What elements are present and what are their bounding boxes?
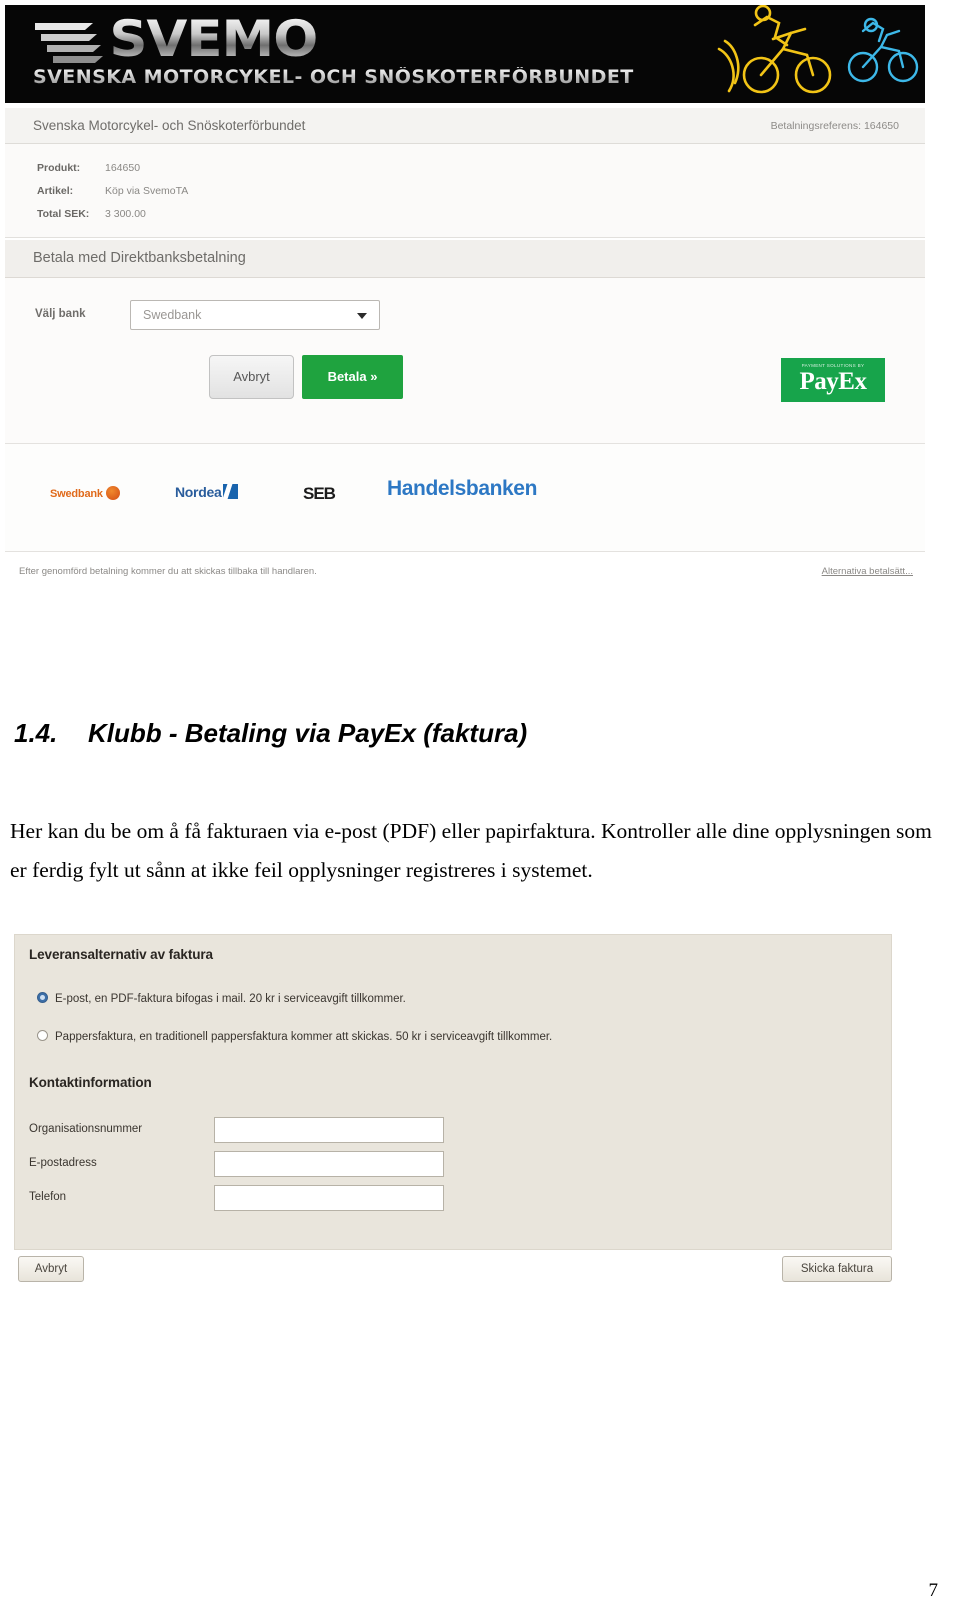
- page-number: 7: [928, 1580, 939, 1601]
- field-epostadress-label: E-postadress: [29, 1157, 97, 1169]
- bank-select-dropdown[interactable]: Swedbank: [130, 300, 380, 330]
- svemo-banner: SVEMO SVENSKA MOTORCYKEL- OCH SNÖSKOTERF…: [5, 5, 925, 103]
- payment-reference: Betalningsreferens: 164650: [770, 120, 899, 132]
- payex-wordmark: PayEx: [799, 368, 867, 395]
- payex-logo: PAYMENT SOLUTIONS BY PayEx: [781, 358, 885, 402]
- invoice-form-screenshot: Leveransalternativ av faktura E-post, en…: [14, 934, 892, 1284]
- bank-select-label: Välj bank: [35, 308, 86, 320]
- chevron-down-icon: [357, 313, 367, 319]
- contact-information-heading: Kontaktinformation: [29, 1075, 152, 1090]
- section-title: Betala med Direktbanksbetalning: [33, 250, 246, 266]
- product-row-key: Produkt:: [37, 162, 81, 174]
- payex-direktbank-screenshot: SVEMO SVENSKA MOTORCYKEL- OCH SNÖSKOTERF…: [0, 0, 930, 600]
- delivery-options-heading: Leveransalternativ av faktura: [29, 947, 213, 962]
- nordea-logo[interactable]: Nordea: [175, 484, 239, 502]
- alternative-payment-link[interactable]: Alternativa betalsätt...: [822, 566, 913, 577]
- telefon-input[interactable]: [214, 1185, 444, 1211]
- swedbank-label: Swedbank: [50, 488, 103, 500]
- delivery-option-email-label: E-post, en PDF-faktura bifogas i mail. 2…: [55, 993, 406, 1005]
- product-row-value: Köp via SvemoTA: [105, 185, 189, 197]
- epostadress-input[interactable]: [214, 1151, 444, 1177]
- product-row-key: Artikel:: [37, 185, 74, 197]
- payex-footer: Efter genomförd betalning kommer du att …: [5, 552, 925, 596]
- product-row-value: 164650: [105, 162, 141, 174]
- merchant-name: Svenska Motorcykel- och Snöskoterförbund…: [33, 118, 306, 133]
- swedbank-mark-icon: [105, 486, 120, 500]
- return-to-merchant-note: Efter genomförd betalning kommer du att …: [19, 566, 317, 577]
- invoice-form-panel: Leveransalternativ av faktura E-post, en…: [14, 934, 892, 1250]
- svemo-logo: SVEMO SVENSKA MOTORCYKEL- OCH SNÖSKOTERF…: [33, 13, 693, 95]
- product-row: Total SEK: 3 300.00: [37, 208, 146, 220]
- svemo-tagline: SVENSKA MOTORCYKEL- OCH SNÖSKOTERFÖRBUND…: [33, 67, 713, 88]
- organisationsnummer-input[interactable]: [214, 1117, 444, 1143]
- delivery-option-paper[interactable]: Pappersfaktura, en traditionell pappersf…: [37, 1027, 552, 1045]
- radio-selected-icon[interactable]: [37, 992, 48, 1003]
- product-row-key: Total SEK:: [37, 208, 90, 220]
- radio-unselected-icon[interactable]: [37, 1030, 48, 1041]
- handelsbanken-logo[interactable]: Handelsbanken: [387, 477, 537, 501]
- motorcycle-rider-artwork: [717, 5, 919, 94]
- product-row-value: 3 300.00: [105, 208, 146, 220]
- product-summary: Produkt: 164650 Artikel: Köp via SvemoTA T…: [5, 144, 925, 238]
- svemo-wordmark: SVEMO: [33, 13, 733, 65]
- swedbank-logo[interactable]: Swedbank: [50, 484, 120, 502]
- heading-text: Klubb - Betaling via PayEx (faktura): [88, 718, 528, 748]
- nordea-label: Nordea: [175, 484, 222, 500]
- body-paragraph: Her kan du be om å få fakturaen via e-po…: [10, 819, 932, 882]
- supported-banks-row: Swedbank Nordea SEB Handelsbanken: [5, 444, 925, 552]
- cancel-payment-button[interactable]: Avbryt: [209, 355, 294, 399]
- product-row: Artikel: Köp via SvemoTA: [37, 185, 188, 197]
- nordea-mark-icon: [223, 484, 239, 499]
- product-row: Produkt: 164650: [37, 162, 140, 174]
- seb-logo[interactable]: SEB: [303, 484, 336, 504]
- pay-button[interactable]: Betala »: [302, 355, 403, 399]
- page-title: 1.4. Klubb - Betaling via PayEx (faktura): [14, 718, 914, 749]
- merchant-strip: Svenska Motorcykel- och Snöskoterförbund…: [5, 108, 925, 144]
- seb-label: SEB: [303, 484, 336, 503]
- delivery-option-paper-label: Pappersfaktura, en traditionell pappersf…: [55, 1031, 553, 1043]
- field-telefon-label: Telefon: [29, 1191, 67, 1203]
- field-organisationsnummer-label: Organisationsnummer: [29, 1123, 143, 1135]
- bank-select-value: Swedbank: [143, 308, 202, 322]
- send-invoice-button[interactable]: Skicka faktura: [782, 1256, 892, 1282]
- delivery-option-email[interactable]: E-post, en PDF-faktura bifogas i mail. 2…: [37, 989, 406, 1007]
- cancel-invoice-button[interactable]: Avbryt: [18, 1256, 84, 1282]
- handelsbanken-label: Handelsbanken: [387, 477, 538, 500]
- heading-number: 1.4.: [14, 718, 58, 748]
- section-header-direktbank: Betala med Direktbanksbetalning: [5, 240, 925, 278]
